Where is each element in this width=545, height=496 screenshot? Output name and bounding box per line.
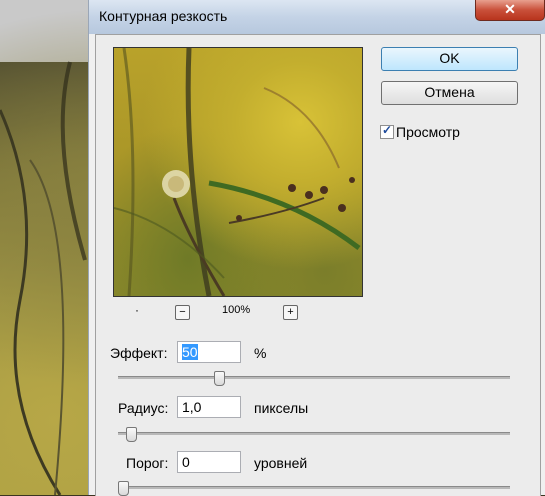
- unsharp-mask-dialog: Контурная резкость ✕ · − 100% + OK Отмен…: [88, 0, 545, 496]
- zoom-in-button[interactable]: +: [283, 305, 298, 320]
- threshold-slider-thumb[interactable]: [118, 481, 129, 496]
- radius-value: 1,0: [182, 399, 202, 415]
- radius-label: Радиус:: [118, 400, 169, 416]
- radius-input[interactable]: 1,0: [177, 396, 241, 418]
- close-icon: ✕: [504, 1, 516, 17]
- zoom-out-button[interactable]: −: [175, 305, 190, 320]
- plus-icon: +: [287, 306, 294, 318]
- radius-row: Радиус: 1,0 пикселы: [106, 396, 526, 420]
- preview-checkbox-row[interactable]: ✓ Просмотр: [380, 122, 460, 140]
- checkmark-icon: ✓: [382, 122, 393, 137]
- dialog-body: · − 100% + OK Отмена ✓ Просмотр Эффект: …: [95, 34, 541, 496]
- radius-slider-thumb[interactable]: [126, 427, 137, 442]
- amount-slider[interactable]: [118, 371, 510, 386]
- threshold-row: Порог: 0 уровней: [106, 451, 526, 475]
- threshold-value: 0: [182, 454, 190, 470]
- dialog-title: Контурная резкость: [99, 8, 228, 24]
- cancel-button[interactable]: Отмена: [381, 81, 518, 105]
- zoom-level: 100%: [222, 304, 251, 316]
- threshold-unit: уровней: [254, 455, 308, 471]
- amount-value: 50: [182, 344, 198, 360]
- background-grass-stems: [0, 61, 87, 495]
- amount-unit: %: [254, 345, 267, 361]
- amount-input[interactable]: 50: [177, 341, 241, 363]
- threshold-slider[interactable]: [118, 481, 510, 496]
- ok-button[interactable]: OK: [381, 47, 518, 71]
- threshold-input[interactable]: 0: [177, 451, 241, 473]
- preview-checkbox-label: Просмотр: [396, 123, 460, 140]
- amount-label: Эффект:: [110, 345, 168, 361]
- preview-marker: ·: [135, 303, 139, 317]
- threshold-label: Порог:: [126, 455, 169, 471]
- amount-slider-thumb[interactable]: [214, 371, 225, 386]
- minus-icon: −: [179, 306, 186, 318]
- title-bar[interactable]: Контурная резкость ✕: [89, 0, 545, 34]
- close-button[interactable]: ✕: [475, 0, 545, 21]
- preview-checkbox[interactable]: ✓: [380, 122, 394, 139]
- radius-unit: пикселы: [254, 400, 309, 416]
- preview-image[interactable]: [113, 47, 363, 297]
- preview-plant-illustration: [114, 48, 361, 296]
- radius-slider[interactable]: [118, 427, 510, 442]
- amount-row: Эффект: 50 %: [106, 341, 526, 365]
- zoom-controls: · − 100% +: [113, 303, 361, 321]
